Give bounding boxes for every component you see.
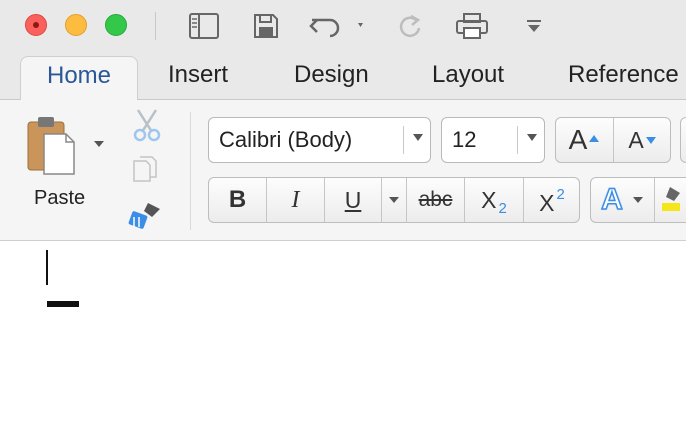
tab-layout[interactable]: Layout: [432, 61, 504, 89]
grow-font-label: A: [568, 124, 588, 155]
tab-references[interactable]: Reference: [568, 61, 679, 89]
combo-divider: [403, 126, 404, 154]
paste-label[interactable]: Paste: [34, 187, 85, 210]
shrink-font-button[interactable]: A: [614, 118, 671, 162]
zoom-window-button[interactable]: [105, 14, 127, 36]
paste-options-chevron-icon[interactable]: [94, 141, 104, 147]
close-window-button[interactable]: [25, 14, 47, 36]
save-icon[interactable]: [250, 10, 282, 42]
subscript-digit: 2: [498, 199, 507, 217]
end-of-document-marker: [47, 301, 79, 307]
underline-button[interactable]: U: [325, 178, 381, 222]
underline-label: U: [344, 186, 362, 213]
increase-triangle-icon: [589, 135, 600, 142]
text-effects-label: A: [600, 182, 623, 217]
underline-chevron-icon: [389, 197, 399, 203]
decrease-triangle-icon: [645, 137, 656, 144]
undo-icon[interactable]: [308, 10, 368, 42]
redo-icon[interactable]: [394, 10, 426, 42]
subscript-label: X: [481, 186, 497, 213]
group-divider: [654, 178, 655, 222]
superscript-button[interactable]: X2: [524, 178, 580, 222]
font-size-chevron-icon[interactable]: [527, 134, 537, 141]
customize-toolbar-icon[interactable]: [522, 10, 546, 42]
copy-icon[interactable]: [132, 155, 160, 185]
strikethrough-button[interactable]: abc: [407, 178, 464, 222]
highlighter-icon: [662, 187, 680, 211]
font-size-select[interactable]: 12: [441, 117, 545, 163]
superscript-label: X: [539, 189, 555, 216]
italic-button[interactable]: I: [267, 178, 324, 222]
grow-font-button[interactable]: A: [556, 118, 613, 162]
font-style-buttons: B I U abc X2 X2: [208, 177, 580, 223]
shrink-font-label: A: [628, 126, 644, 153]
tab-home[interactable]: Home: [20, 56, 138, 101]
cut-scissors-icon[interactable]: [132, 108, 162, 142]
sidebar-toggle-icon[interactable]: [186, 10, 222, 42]
text-effects-chevron-icon: [632, 197, 643, 203]
underline-options-button[interactable]: [382, 178, 406, 222]
title-bar: [0, 0, 686, 50]
font-name-value: Calibri (Body): [219, 127, 353, 152]
highlight-button[interactable]: [657, 178, 686, 222]
paste-icon[interactable]: [26, 114, 78, 176]
tab-insert[interactable]: Insert: [168, 61, 228, 89]
minimize-window-button[interactable]: [65, 14, 87, 36]
clear-formatting-button[interactable]: [680, 117, 686, 163]
print-icon[interactable]: [453, 10, 491, 42]
combo-divider: [517, 126, 518, 154]
font-size-value: 12: [452, 127, 477, 152]
ribbon-group-divider: [190, 112, 191, 230]
format-painter-icon[interactable]: [128, 199, 164, 231]
font-name-chevron-icon[interactable]: [413, 134, 423, 141]
font-name-select[interactable]: Calibri (Body): [208, 117, 431, 163]
superscript-digit: 2: [556, 185, 565, 203]
bold-label: B: [228, 186, 247, 213]
strikethrough-label: abc: [418, 188, 453, 211]
font-size-buttons: A A: [555, 117, 671, 163]
tab-home-label: Home: [46, 62, 112, 89]
italic-label: I: [291, 186, 300, 213]
text-effects-group: A: [590, 177, 686, 223]
text-cursor: [46, 250, 48, 285]
text-effects-button[interactable]: A: [591, 178, 653, 222]
subscript-button[interactable]: X2: [465, 178, 523, 222]
bold-button[interactable]: B: [209, 178, 266, 222]
toolbar-divider: [155, 12, 156, 40]
tab-design[interactable]: Design: [294, 61, 369, 89]
